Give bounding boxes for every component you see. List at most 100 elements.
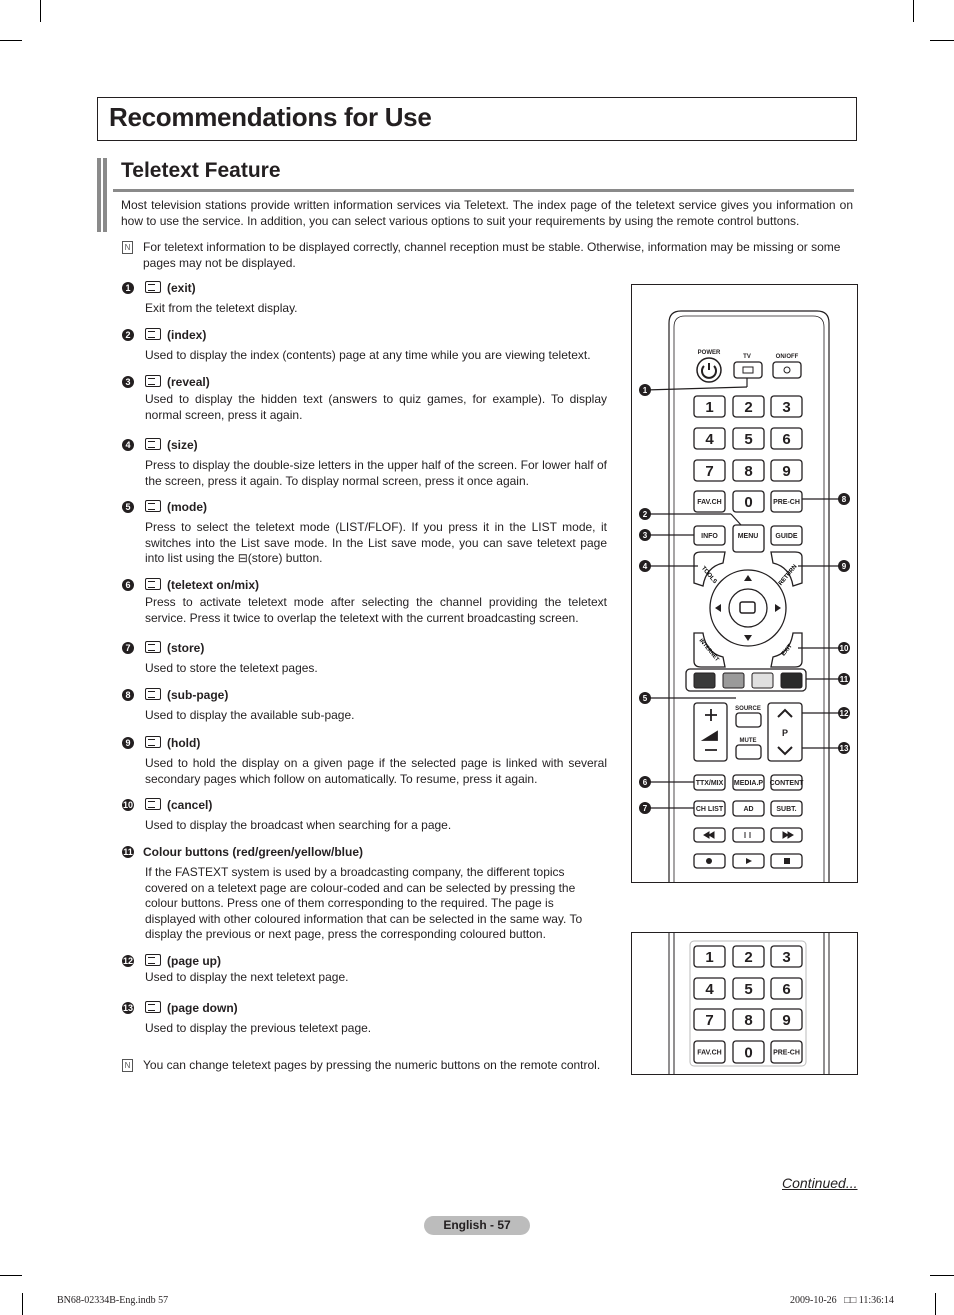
mode-button-icon xyxy=(145,500,161,512)
section-title: Teletext Feature xyxy=(121,159,281,182)
item-description-teletext-on-mix: Press to activate teletext mode after se… xyxy=(145,595,607,625)
light-button xyxy=(772,361,802,379)
source-label: SOURCE xyxy=(735,706,761,712)
item-title-text: (exit) xyxy=(167,281,196,295)
cancel-button-icon xyxy=(145,798,161,810)
file-info: BN68-02334B-Eng.indb 57 xyxy=(57,1295,169,1306)
callout-number: 9 xyxy=(842,562,847,571)
favch-button-label: FAV.CH xyxy=(697,1050,722,1057)
callout-number: 5 xyxy=(643,694,648,703)
item-description-cancel: Used to display the broadcast when searc… xyxy=(145,818,452,832)
record-icon xyxy=(706,858,712,864)
info-button-label: INFO xyxy=(701,533,718,540)
item-description-exit: Exit from the teletext display. xyxy=(145,301,298,315)
item-description-hold: Used to hold the display on a given page… xyxy=(145,756,607,786)
item-title-reveal: (reveal) xyxy=(145,375,210,389)
digit-0-button-label: 0 xyxy=(744,494,752,511)
item-title-text: (sub-page) xyxy=(167,688,229,702)
item-number: 5 xyxy=(122,501,134,513)
size-button-icon xyxy=(145,438,161,450)
item-description-store: Used to store the teletext pages. xyxy=(145,661,318,675)
callout-number: 11 xyxy=(840,675,849,684)
item-title-text: (cancel) xyxy=(167,798,213,812)
callout-number: 7 xyxy=(643,804,648,813)
digit-9-button-label: 9 xyxy=(782,463,790,480)
colour-button-3 xyxy=(751,672,774,689)
remote-illustration-full: POWER TV ON/OFF 1 2 3 4 5 6 7 8 9 FAV.CH 0 PRE-CH INFO M… xyxy=(631,284,858,883)
note-text: You can change teletext pages by pressin… xyxy=(143,1058,601,1072)
item-title-text: (store) xyxy=(167,641,205,655)
power-label: POWER xyxy=(698,350,721,356)
item-description-size: Press to display the double-size letters… xyxy=(145,458,607,488)
digit-2-button-label: 2 xyxy=(744,399,752,416)
page-up-button-icon xyxy=(145,954,161,966)
digit-4-button-label: 4 xyxy=(705,981,714,998)
callout-number: 12 xyxy=(840,709,849,718)
colour-button-4 xyxy=(780,672,803,689)
tv-button xyxy=(733,361,763,379)
item-number: 8 xyxy=(122,689,134,701)
item-title-page-down: (page down) xyxy=(145,1001,238,1015)
mediap-button-label: MEDIA.P xyxy=(734,780,764,787)
page-down-button-icon xyxy=(145,1001,161,1013)
item-description-page-up: Used to display the next teletext page. xyxy=(145,970,349,984)
mute-button xyxy=(735,744,762,760)
digit-1-button-label: 1 xyxy=(705,399,713,416)
reveal-button-icon xyxy=(145,375,161,387)
item-number: 2 xyxy=(122,329,134,341)
item-number: 3 xyxy=(122,376,134,388)
item-title-text: (size) xyxy=(167,438,198,452)
digit-8-button-label: 8 xyxy=(744,463,752,480)
digit-9-button-label: 9 xyxy=(782,1012,790,1029)
item-title-index: (index) xyxy=(145,328,206,342)
hold-button-icon xyxy=(145,736,161,748)
digit-6-button-label: 6 xyxy=(782,981,790,998)
remote-illustration-numeric: 1 2 3 4 5 6 7 8 9 FAV.CH 0 PRE-CH xyxy=(631,932,858,1075)
section-bars xyxy=(97,158,110,232)
digit-1-button-label: 1 xyxy=(705,949,713,966)
digit-0-button-label: 0 xyxy=(744,1044,752,1061)
index-button-icon xyxy=(145,328,161,340)
item-description-mode: Press to select the teletext mode (LIST/… xyxy=(145,520,607,565)
item-number: 7 xyxy=(122,642,134,654)
item-title-text: (index) xyxy=(167,328,207,342)
note-text: For teletext information to be displayed… xyxy=(143,240,841,270)
item-title-mode: (mode) xyxy=(145,500,207,514)
item-number: 13 xyxy=(122,1002,134,1014)
item-title-cancel: (cancel) xyxy=(145,798,212,812)
channel-label: P xyxy=(782,728,788,738)
sub-page-button-icon xyxy=(145,688,161,700)
digit-3-button-label: 3 xyxy=(782,949,790,966)
item-title-sub-page: (sub-page) xyxy=(145,688,228,702)
item-title-text: (page up) xyxy=(167,954,221,968)
teletext-on-mix-button-icon xyxy=(145,578,161,590)
item-number: 1 xyxy=(122,282,134,294)
digit-3-button-label: 3 xyxy=(782,399,790,416)
prech-button-label: PRE-CH xyxy=(773,1050,800,1057)
item-title-text: (teletext on/mix) xyxy=(167,578,260,592)
item-number: 12 xyxy=(122,955,134,967)
item-title-text: (mode) xyxy=(167,500,207,514)
exit-button-icon xyxy=(145,281,161,293)
favch-button-label: FAV.CH xyxy=(697,499,722,506)
digit-4-button-label: 4 xyxy=(705,431,714,448)
item-number: 9 xyxy=(122,737,134,749)
callout-line xyxy=(730,513,742,526)
item-title-store: (store) xyxy=(145,641,204,655)
menu-label: MENU xyxy=(738,533,759,540)
guide-button-label: GUIDE xyxy=(775,533,798,540)
colour-button-2 xyxy=(722,672,745,689)
print-timestamp: 2009-10-26 □□ 11:36:14 xyxy=(790,1295,894,1306)
digit-8-button-label: 8 xyxy=(744,1012,752,1029)
item-title-page-up: (page up) xyxy=(145,954,221,968)
page-number: English - 57 xyxy=(424,1216,530,1235)
ttxmix-button-label: TTX/MIX xyxy=(696,780,724,787)
digit-6-button-label: 6 xyxy=(782,431,790,448)
manual-page: Recommendations for Use Teletext Feature… xyxy=(0,0,954,1315)
item-number: 6 xyxy=(122,579,134,591)
item-title-text: Colour buttons (red/green/yellow/blue) xyxy=(143,845,364,859)
chlist-button-label: CH LIST xyxy=(696,806,724,813)
callout-number: 8 xyxy=(842,495,847,504)
digit-2-button-label: 2 xyxy=(744,949,752,966)
tools-button xyxy=(693,551,726,587)
